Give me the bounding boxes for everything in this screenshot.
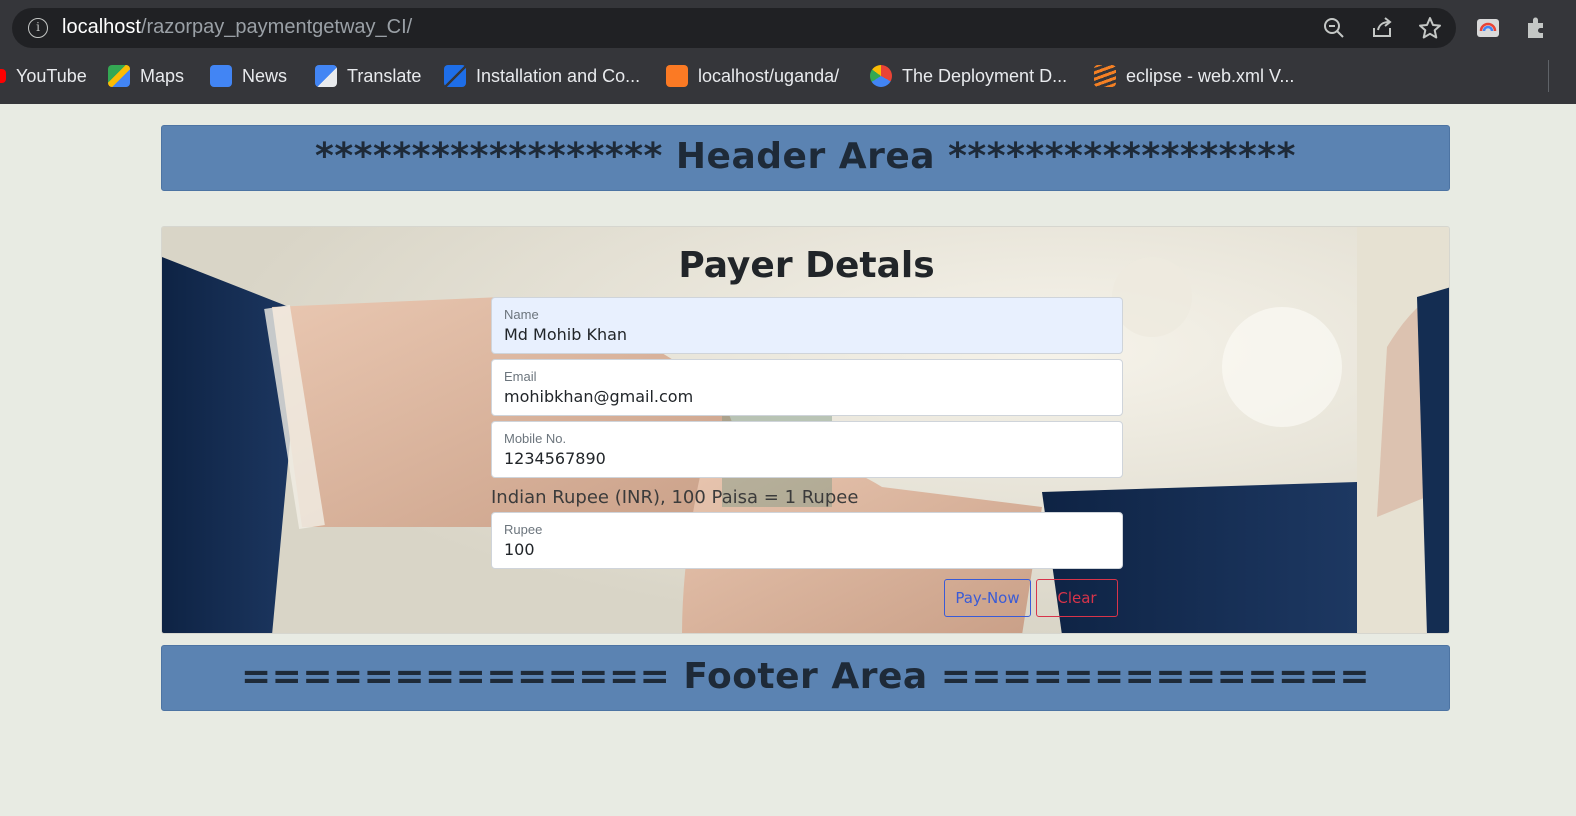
url-path: /razorpay_paymentgetway_CI/ (140, 16, 413, 38)
bookmark-label: YouTube (16, 65, 87, 86)
bookmarks-bar: YouTube Maps News Translate Installation… (0, 56, 1576, 96)
name-input[interactable] (504, 325, 1104, 344)
header-text: ****************** Header Area *********… (315, 136, 1296, 177)
form-title: Payer Detals (678, 245, 935, 286)
google-cloud-icon (870, 65, 892, 87)
bookmark-label: localhost/uganda/ (698, 65, 840, 86)
name-field[interactable]: Name (491, 297, 1123, 354)
footer-area: ============== Footer Area =============… (161, 645, 1450, 711)
bookmark-label: eclipse - web.xml V... (1126, 65, 1295, 86)
extensions-puzzle-icon[interactable] (1522, 14, 1550, 42)
handshake-background-tile (1357, 227, 1449, 633)
bookmark-maps[interactable]: Maps (108, 62, 184, 90)
header-area: ****************** Header Area *********… (161, 125, 1450, 191)
bookmark-label: The Deployment D... (902, 65, 1068, 86)
payer-card: Payer Detals Name Email Mobile No. India… (161, 226, 1450, 634)
news-icon (210, 65, 232, 87)
bookmark-label: News (242, 65, 288, 86)
mobile-field[interactable]: Mobile No. (491, 421, 1123, 478)
bookmark-label: Maps (140, 65, 185, 86)
rupee-field[interactable]: Rupee (491, 512, 1123, 569)
bookmark-youtube[interactable]: YouTube (0, 62, 87, 90)
email-label: Email (504, 369, 537, 384)
zoom-out-icon[interactable] (1322, 16, 1346, 40)
bookmark-star-icon[interactable] (1418, 16, 1442, 40)
rupee-input[interactable] (504, 540, 1104, 559)
email-input[interactable] (504, 387, 1104, 406)
bookmark-installation[interactable]: Installation and Co... (444, 62, 640, 90)
bookmark-localhost-uganda[interactable]: localhost/uganda/ (666, 62, 839, 90)
url-host: localhost (62, 16, 141, 38)
browser-chrome: i localhost/razorpay_paymentgetway_CI/ Y… (0, 0, 1576, 104)
extension-media-icon[interactable] (1474, 14, 1502, 42)
bookmark-news[interactable]: News (210, 62, 287, 90)
currency-note: Indian Rupee (INR), 100 Paisa = 1 Rupee (491, 487, 859, 508)
pay-now-button[interactable]: Pay-Now (944, 579, 1031, 617)
mobile-input[interactable] (504, 449, 1104, 468)
rupee-label: Rupee (504, 522, 543, 537)
youtube-icon (0, 69, 6, 83)
stackoverflow-icon (1094, 65, 1116, 87)
zend-icon (444, 65, 466, 87)
bookmarks-divider (1548, 60, 1549, 92)
maps-icon (108, 65, 130, 87)
address-bar[interactable]: i localhost/razorpay_paymentgetway_CI/ (12, 8, 1456, 48)
bookmark-label: Installation and Co... (476, 65, 641, 86)
footer-text: ============== Footer Area =============… (241, 656, 1370, 697)
url-text[interactable]: localhost/razorpay_paymentgetway_CI/ (62, 16, 412, 39)
bookmark-label: Translate (347, 65, 422, 86)
site-info-icon[interactable]: i (28, 18, 48, 38)
xampp-icon (666, 65, 688, 87)
clear-button[interactable]: Clear (1036, 579, 1118, 617)
name-label: Name (504, 307, 539, 322)
mobile-label: Mobile No. (504, 431, 567, 446)
bookmark-translate[interactable]: Translate (315, 62, 421, 90)
bookmark-eclipse[interactable]: eclipse - web.xml V... (1094, 62, 1294, 90)
translate-icon (315, 65, 337, 87)
bookmark-deployment[interactable]: The Deployment D... (870, 62, 1067, 90)
share-icon[interactable] (1370, 16, 1394, 40)
email-field[interactable]: Email (491, 359, 1123, 416)
